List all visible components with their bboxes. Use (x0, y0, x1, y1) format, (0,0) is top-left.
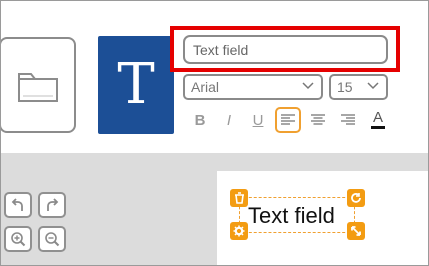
align-right-icon (341, 114, 355, 125)
text-color-button[interactable]: A (365, 107, 391, 133)
redo-button[interactable] (38, 192, 66, 218)
text-field-input[interactable] (183, 35, 388, 64)
text-tool-button[interactable]: T (98, 36, 174, 134)
align-center-icon (311, 114, 325, 125)
canvas-text-object[interactable]: Text field (239, 197, 355, 233)
undo-button[interactable] (4, 192, 32, 218)
trash-icon (234, 192, 244, 204)
font-size-value: 15 (337, 79, 353, 95)
undo-icon (11, 198, 23, 211)
folder-icon (17, 73, 58, 102)
delete-handle[interactable] (230, 189, 248, 207)
font-size-select[interactable]: 15 (329, 74, 388, 100)
italic-button[interactable]: I (216, 107, 242, 133)
bold-label: B (194, 111, 206, 129)
align-left-button[interactable] (275, 107, 301, 133)
redo-icon (47, 198, 59, 211)
italic-label: I (226, 111, 232, 129)
text-tool-icon: T (117, 52, 155, 117)
canvas-text: Text field (248, 203, 335, 228)
font-family-value: Arial (191, 79, 220, 95)
settings-handle[interactable] (230, 222, 248, 240)
rotate-icon (351, 193, 361, 203)
bold-button[interactable]: B (187, 107, 213, 133)
align-center-button[interactable] (305, 107, 331, 133)
resize-icon (351, 226, 361, 236)
chevron-down-icon (367, 82, 379, 90)
zoom-out-icon (45, 232, 60, 247)
open-file-button[interactable] (1, 37, 76, 133)
gear-icon (233, 225, 245, 237)
align-right-button[interactable] (335, 107, 361, 133)
zoom-in-button[interactable] (4, 226, 32, 252)
underline-label: U (252, 111, 264, 129)
chevron-down-icon (302, 82, 314, 90)
toolbar: T Arial 15 B I U (1, 1, 428, 153)
text-color-swatch (371, 126, 385, 129)
app-window: T Arial 15 B I U (0, 0, 429, 266)
text-color-label: A (372, 109, 383, 126)
rotate-handle[interactable] (347, 189, 365, 207)
zoom-in-icon (11, 232, 26, 247)
zoom-out-button[interactable] (38, 226, 66, 252)
align-left-icon (281, 114, 295, 125)
underline-button[interactable]: U (245, 107, 271, 133)
resize-handle[interactable] (347, 222, 365, 240)
font-family-select[interactable]: Arial (183, 74, 323, 100)
